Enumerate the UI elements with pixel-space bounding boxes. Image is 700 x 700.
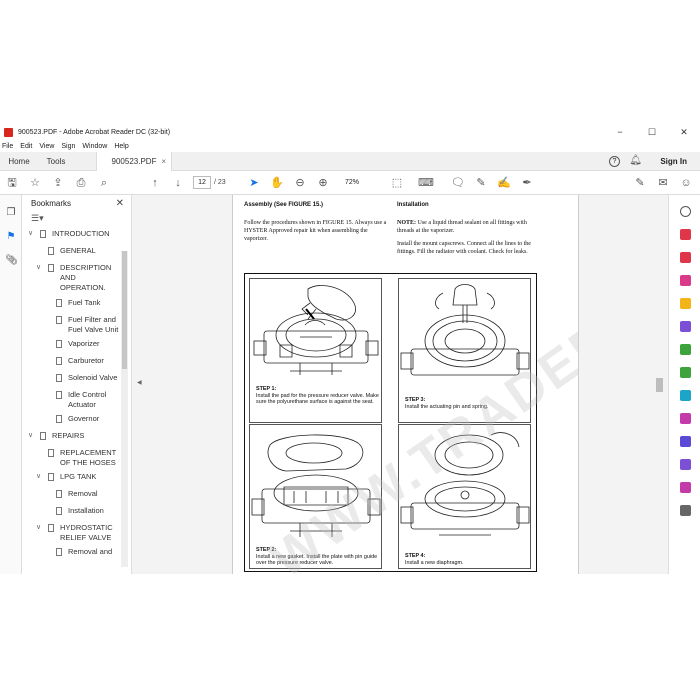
menu-file[interactable]: File — [2, 143, 13, 150]
title-bar: 900523.PDF - Adobe Acrobat Reader DC (32… — [0, 125, 700, 140]
right-column: Installation NOTE: Use a liquid thread s… — [397, 201, 545, 261]
attachments-icon[interactable]: 📎︎ — [5, 255, 18, 267]
step-1-caption: STEP 1: Install the pad for the pressure … — [256, 386, 379, 405]
comment-tool-icon[interactable] — [680, 298, 691, 309]
page-thumbnails-icon[interactable]: ❐ — [5, 207, 17, 219]
print-icon[interactable]: ⎙ — [74, 176, 88, 190]
sign-in-button[interactable]: Sign In — [660, 152, 687, 171]
bookmarks-icon[interactable]: ⚑ — [5, 231, 17, 243]
menu-edit[interactable]: Edit — [20, 143, 32, 150]
certificates-icon[interactable] — [680, 482, 691, 493]
main-toolbar: 🖫︎ ☆ ⇪ ⎙ ⌕ ↑ ↓ 12 / 23 ➤ ✋ ⊖ ⊕ 72% ⬚ ⌨ 🗨… — [0, 171, 700, 195]
tab-home[interactable]: Home — [0, 152, 38, 171]
upload-icon[interactable]: ⇪ — [51, 176, 65, 190]
edit-pdf-icon[interactable] — [680, 275, 691, 286]
zoom-in-icon[interactable]: ⊕ — [316, 176, 330, 190]
right-tools-rail — [668, 195, 700, 574]
bookmarks-scrollbar[interactable] — [121, 251, 128, 567]
zoom-out-icon[interactable]: ⊖ — [293, 176, 307, 190]
installation-text: Install the mount capscrews. Connect all… — [397, 241, 531, 255]
assembly-text: Follow the procedures shown in FIGURE 15… — [244, 220, 387, 242]
highlight-pen-icon[interactable]: ✎ — [474, 176, 488, 190]
page-total: / 23 — [214, 179, 226, 186]
save-icon[interactable]: 🖫︎ — [5, 176, 19, 190]
installation-heading: Installation — [397, 202, 429, 208]
create-pdf-icon[interactable] — [680, 252, 691, 263]
tab-tools[interactable]: Tools — [38, 152, 74, 171]
comment-icon[interactable]: 🗨︎ — [451, 176, 465, 190]
bookmarks-title: Bookmarks — [31, 199, 72, 208]
maximize-button[interactable]: ☐ — [636, 125, 668, 140]
scan-ocr-icon[interactable] — [680, 390, 691, 401]
request-signature-icon[interactable] — [680, 459, 691, 470]
menu-view[interactable]: View — [39, 143, 54, 150]
window-title: 900523.PDF - Adobe Acrobat Reader DC (32… — [18, 129, 171, 136]
page-fit-icon[interactable]: ⬚ — [390, 176, 404, 190]
tab-bar: Home Tools 900523.PDF × ? 🔔︎ Sign In — [0, 152, 700, 171]
next-page-icon[interactable]: ↓ — [171, 176, 185, 190]
fill-sign-tool-icon[interactable] — [680, 413, 691, 424]
page-number-input[interactable]: 12 — [193, 176, 211, 189]
export-pdf-icon[interactable] — [680, 229, 691, 240]
assembly-heading: Assembly (See FIGURE 15.) — [244, 202, 324, 208]
edit-icon[interactable]: ✎ — [633, 176, 647, 190]
collapse-left-panel-icon[interactable]: ◀ — [137, 379, 142, 386]
bookmarks-scroll-thumb[interactable] — [122, 251, 127, 369]
acrobat-logo-icon — [4, 128, 13, 137]
menu-bar: File Edit View Sign Window Help — [0, 140, 700, 152]
share-user-icon[interactable]: ☺ — [679, 176, 693, 190]
select-cursor-icon[interactable]: ➤ — [247, 176, 261, 190]
zoom-dropdown[interactable]: 72% — [334, 176, 370, 189]
search-tool-icon[interactable] — [680, 206, 691, 217]
document-scroll-thumb[interactable] — [656, 378, 663, 392]
document-scrollbar[interactable] — [655, 195, 664, 574]
protect-icon[interactable] — [680, 436, 691, 447]
combine-files-icon[interactable] — [680, 321, 691, 332]
document-page: Assembly (See FIGURE 15.) Follow the pro… — [232, 195, 579, 574]
compress-pdf-icon[interactable] — [680, 367, 691, 378]
close-tab-icon[interactable]: × — [161, 152, 166, 171]
step-1-illustration — [253, 285, 379, 375]
bookmark-options-icon[interactable]: ☰▾ — [31, 213, 44, 224]
hand-tool-icon[interactable]: ✋ — [270, 176, 284, 190]
menu-help[interactable]: Help — [114, 143, 128, 150]
fill-sign-icon[interactable]: ✒ — [520, 176, 534, 190]
mail-icon[interactable]: ✉ — [656, 176, 670, 190]
close-window-button[interactable]: ✕ — [668, 125, 700, 140]
menu-sign[interactable]: Sign — [61, 143, 75, 150]
organize-pages-icon[interactable] — [680, 344, 691, 355]
bell-icon[interactable]: 🔔︎ — [629, 155, 642, 166]
help-icon[interactable]: ? — [609, 156, 620, 167]
left-column: Assembly (See FIGURE 15.) Follow the pro… — [244, 201, 392, 248]
tab-document[interactable]: 900523.PDF × — [96, 152, 172, 171]
minimize-button[interactable]: − — [604, 125, 636, 140]
tab-document-label: 900523.PDF — [111, 157, 157, 166]
keyboard-icon[interactable]: ⌨ — [418, 176, 434, 190]
draw-icon[interactable]: ✍ — [497, 176, 511, 190]
step-4-caption: STEP 4: Install a new diaphragm. — [405, 553, 464, 566]
menu-window[interactable]: Window — [82, 143, 107, 150]
installation-note: NOTE: Use a liquid thread sealant on all… — [397, 220, 527, 234]
close-panel-icon[interactable]: ✕ — [116, 195, 124, 212]
bookmark-star-icon[interactable]: ☆ — [28, 176, 42, 190]
previous-page-icon[interactable]: ↑ — [148, 176, 162, 190]
more-tools-icon[interactable] — [680, 505, 691, 516]
search-icon[interactable]: ⌕ — [97, 176, 111, 190]
bookmarks-panel: Bookmarks ✕ ☰▾ ∨ INTRODUCTION GENERAL ∨ DE… — [22, 195, 132, 574]
left-navigation-rail: ❐ ⚑ 📎︎ — [0, 195, 22, 574]
bookmark-list: ∨ INTRODUCTION GENERAL ∨ DESCRIPTION AND O… — [28, 229, 119, 556]
step-1-panel: STEP 1: Install the pad for the pressure … — [249, 278, 382, 423]
